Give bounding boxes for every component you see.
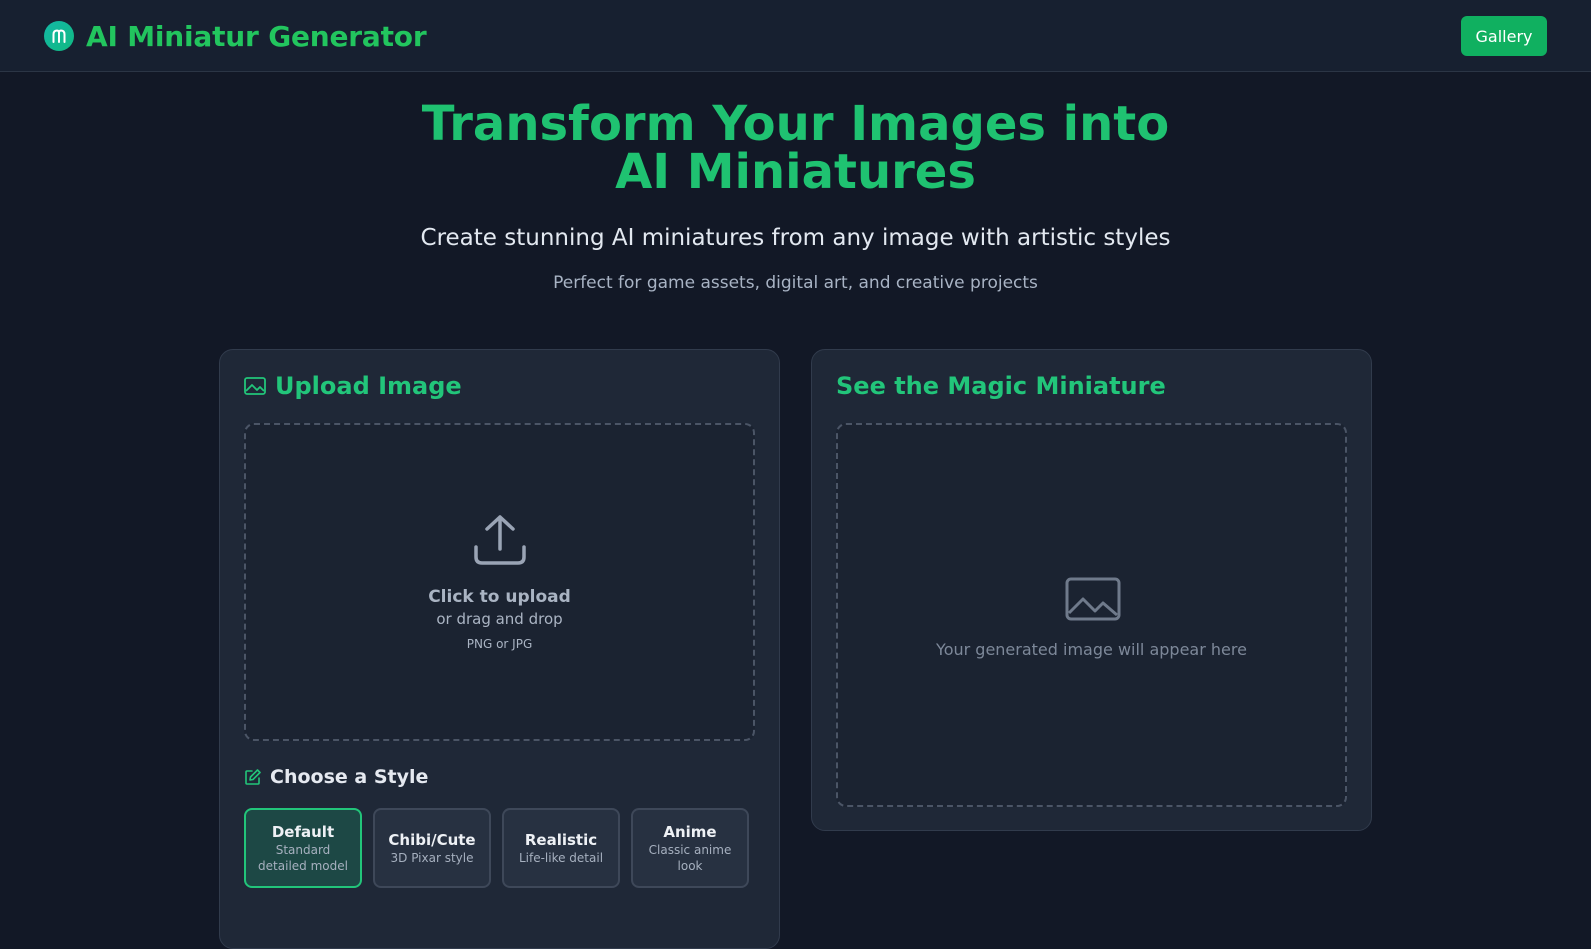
upload-main-text: Click to upload xyxy=(428,587,571,607)
hero-tagline: Perfect for game assets, digital art, an… xyxy=(553,273,1038,293)
style-option-chibi[interactable]: Chibi/Cute 3D Pixar style xyxy=(373,808,491,888)
upload-heading-text: Upload Image xyxy=(275,372,462,400)
style-option-desc: 3D Pixar style xyxy=(390,850,474,865)
style-option-desc: Life-like detail xyxy=(518,850,604,865)
app-title: AI Miniatur Generator xyxy=(86,19,427,53)
style-option-realistic[interactable]: Realistic Life-like detail xyxy=(502,808,620,888)
upload-sub-text: or drag and drop xyxy=(436,610,563,628)
result-preview-area: Your generated image will appear here xyxy=(836,423,1347,807)
top-navbar: AI Miniatur Generator Gallery xyxy=(0,0,1591,72)
upload-dropzone[interactable]: Click to upload or drag and drop PNG or … xyxy=(244,423,755,741)
hero-title: Transform Your Images into AI Miniatures xyxy=(0,100,1591,196)
result-card: See the Magic Miniature Your generated i… xyxy=(811,349,1372,831)
style-option-default[interactable]: Default Standard detailed model xyxy=(244,808,362,888)
style-option-anime[interactable]: Anime Classic anime look xyxy=(631,808,749,888)
brand[interactable]: AI Miniatur Generator xyxy=(44,19,427,53)
style-option-name: Realistic xyxy=(524,830,598,849)
upload-icon xyxy=(474,515,526,565)
edit-icon xyxy=(245,769,261,785)
hero-title-line2: AI Miniatures xyxy=(615,144,976,200)
style-option-name: Default xyxy=(271,822,335,841)
upload-card: Upload Image Click to upload or drag and… xyxy=(219,349,780,949)
image-placeholder-icon xyxy=(1065,577,1121,621)
style-option-name: Chibi/Cute xyxy=(388,830,476,849)
hero-title-line1: Transform Your Images into xyxy=(421,96,1170,152)
result-heading-prefix: See the xyxy=(836,372,948,400)
upload-heading: Upload Image xyxy=(244,372,462,400)
style-option-desc: Classic anime look xyxy=(648,842,732,873)
result-heading-highlight: Magic Miniature xyxy=(947,372,1166,400)
m-logo-icon xyxy=(44,21,74,51)
style-option-name: Anime xyxy=(663,822,717,841)
style-option-desc: Standard detailed model xyxy=(258,842,348,873)
upload-file-hint: PNG or JPG xyxy=(466,637,533,651)
gallery-button[interactable]: Gallery xyxy=(1461,16,1547,56)
result-heading: See the Magic Miniature xyxy=(836,372,1166,400)
image-icon xyxy=(244,377,266,395)
style-heading-text: Choose a Style xyxy=(270,766,429,788)
result-placeholder-text: Your generated image will appear here xyxy=(936,640,1247,659)
hero-subtitle: Create stunning AI miniatures from any i… xyxy=(420,225,1171,251)
style-heading: Choose a Style xyxy=(244,766,428,788)
